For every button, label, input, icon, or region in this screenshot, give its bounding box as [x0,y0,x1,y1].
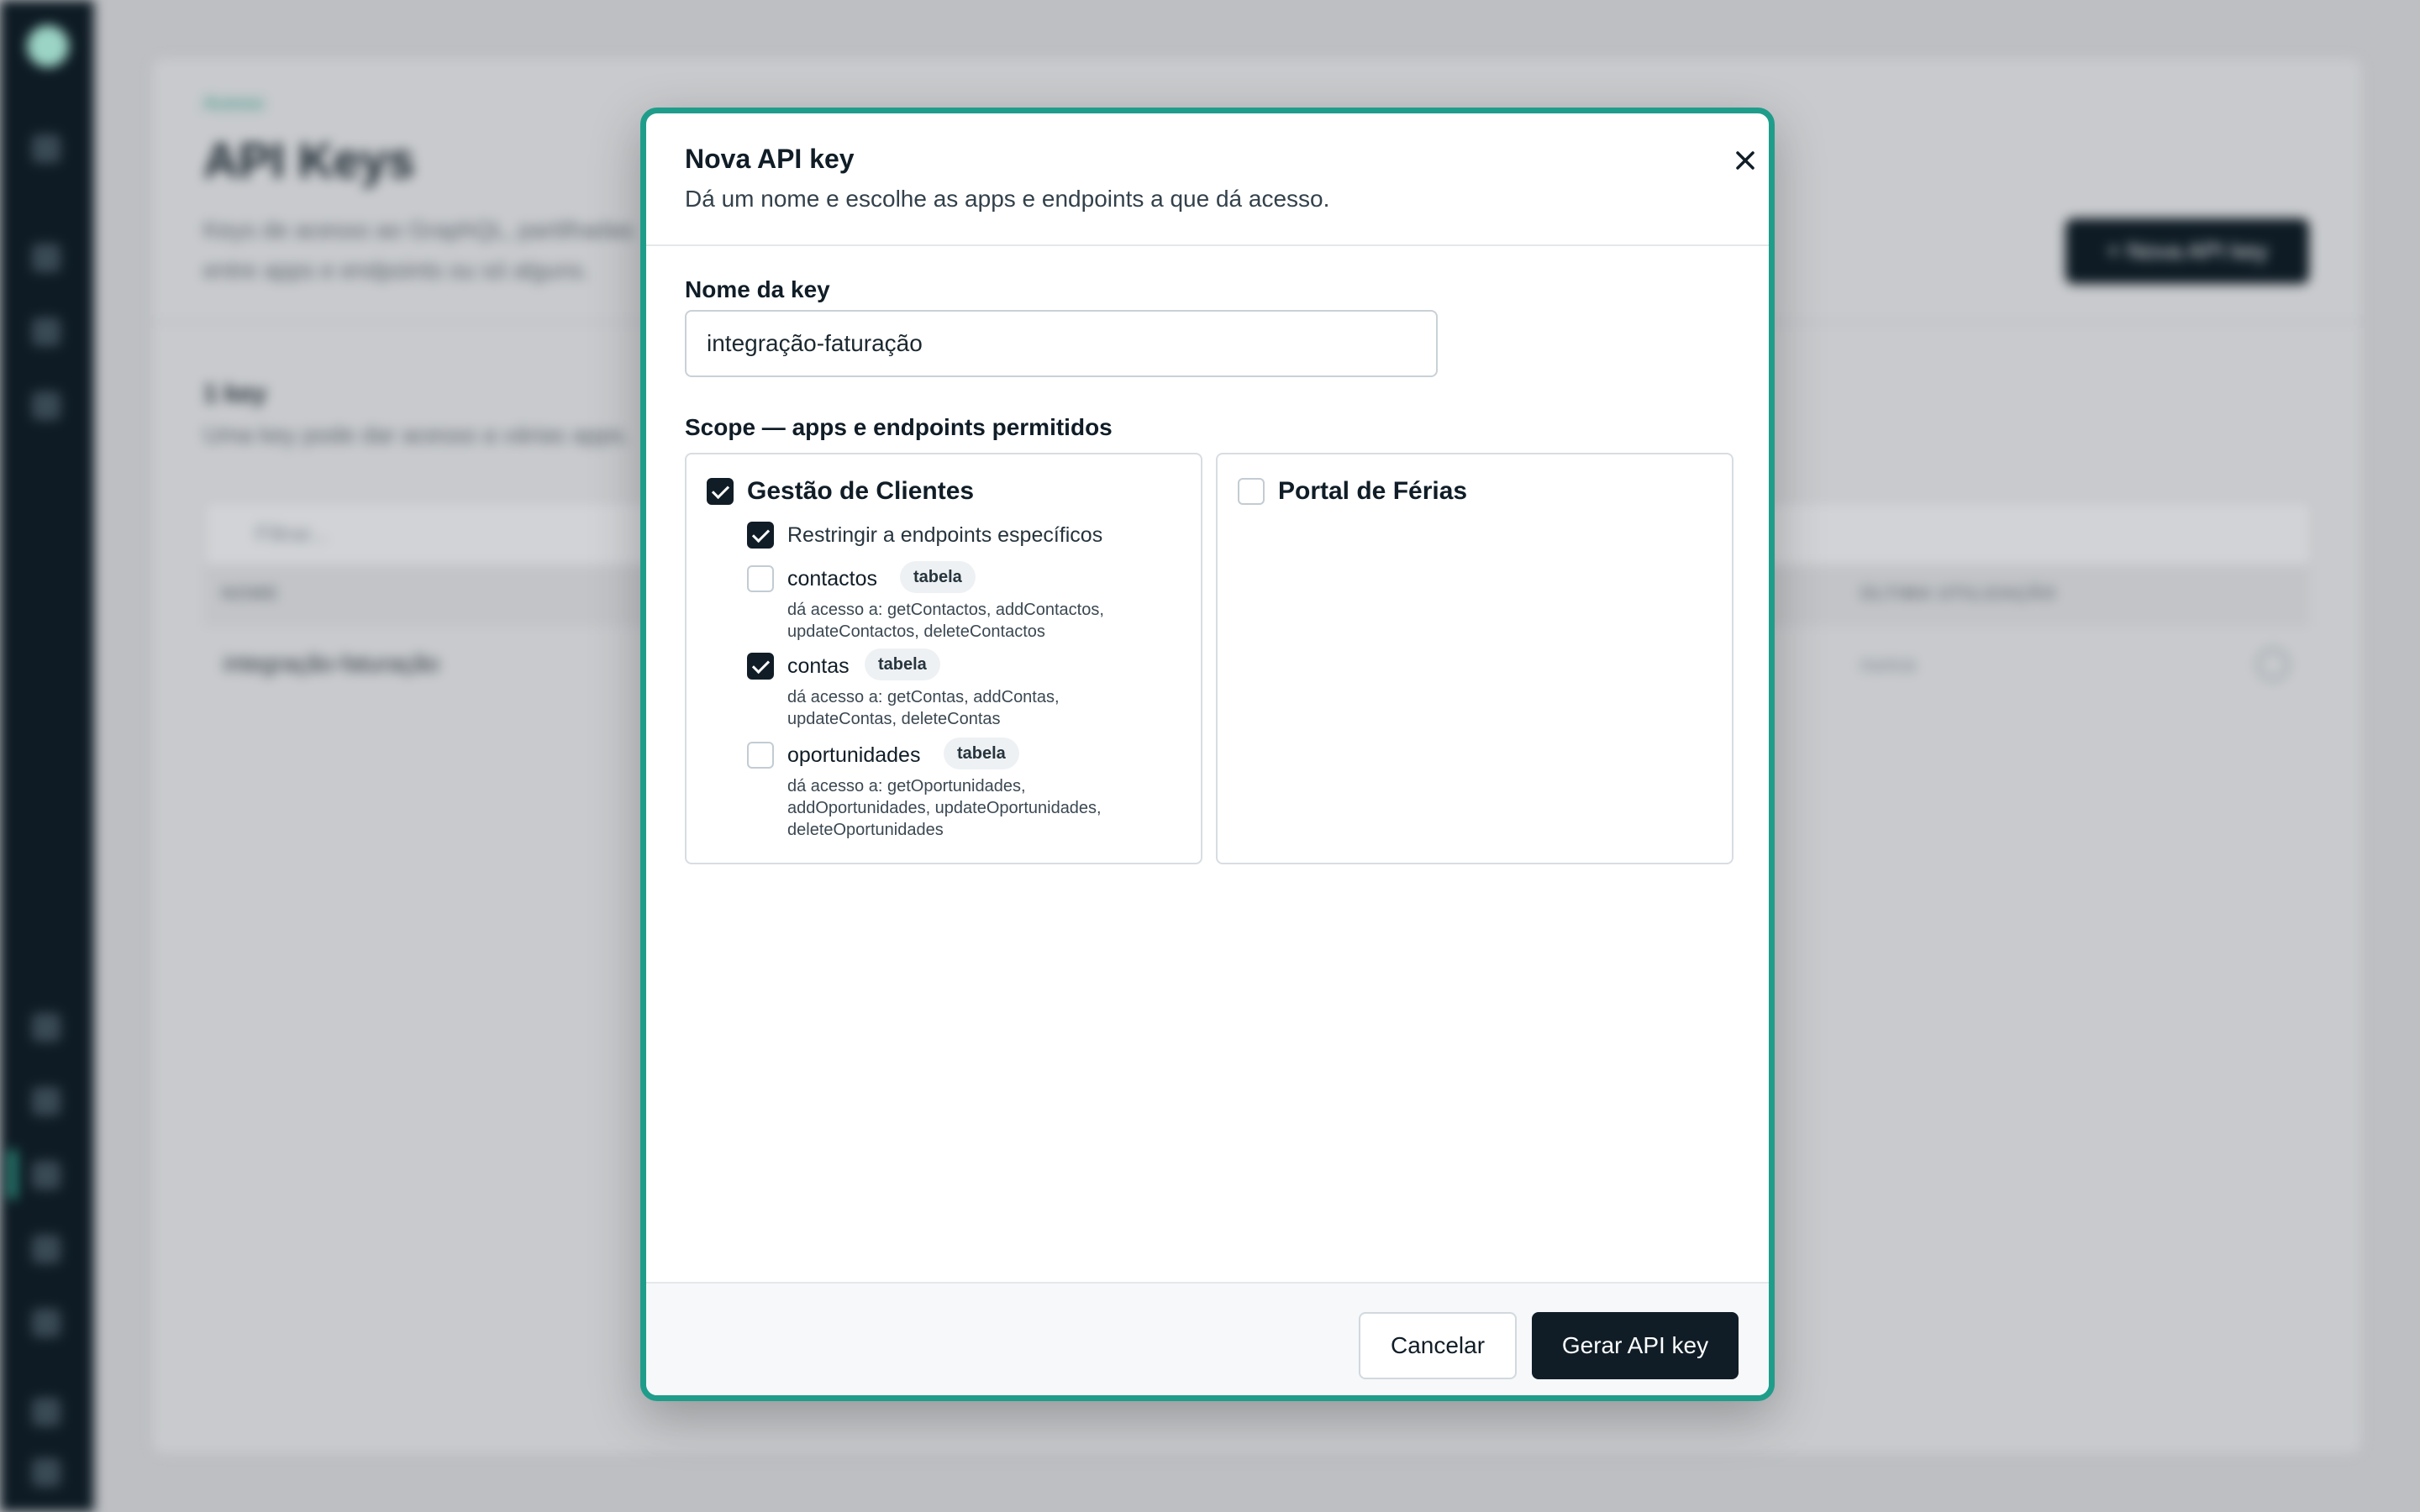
logout-icon [32,1458,60,1487]
endpoint-badge: tabela [900,561,976,593]
cancel-button[interactable]: Cancelar [1359,1312,1517,1379]
avatar-icon [32,1398,60,1426]
new-api-key-button: + Nova API key [2065,218,2309,284]
chart-icon [32,1013,60,1042]
endpoint-description: dá acesso a: getContas, addContas, updat… [787,688,1060,728]
app-panel-portal-ferias: Portal de Férias [1216,453,1733,864]
column-last-used: ÚLTIMA UTILIZAÇÃO [1860,585,2057,603]
endpoint-name: contactos [787,567,878,591]
column-name: NOME [222,585,279,603]
plus-icon [32,391,60,420]
page-subtitle: Keys de acesso ao GraphQL, partilhadas e… [203,217,634,283]
close-icon[interactable] [1727,142,1764,179]
restrict-endpoints-checkbox[interactable] [747,522,774,549]
rocket-icon [32,318,60,346]
logo-icon [27,25,69,67]
new-api-key-modal: Nova API key Dá um nome e escolhe as app… [640,108,1775,1401]
endpoint-badge: tabela [865,648,940,680]
page-title: API Keys [203,134,415,188]
key-count: 1 key [203,380,267,407]
endpoint-checkbox-contas[interactable] [747,653,774,680]
grid-icon [32,134,60,163]
shield-icon [32,1235,60,1263]
endpoint-name: contas [787,654,850,678]
section-description: Uma key pode dar acesso a várias apps. [203,422,630,448]
sidebar-active-indicator [8,1149,17,1200]
settings-icon [32,1309,60,1337]
endpoint-name: oportunidades [787,743,921,767]
app-name: Gestão de Clientes [747,477,975,505]
modal-title: Nova API key [685,144,855,174]
modal-description: Dá um nome e escolhe as apps e endpoints… [685,186,1330,212]
app-checkbox-portal-ferias[interactable] [1238,478,1265,505]
endpoint-checkbox-oportunidades[interactable] [747,742,774,769]
restrict-endpoints-label: Restringir a endpoints específicos [787,523,1103,547]
scope-label: Scope — apps e endpoints permitidos [685,414,1113,440]
generate-api-key-button[interactable]: Gerar API key [1532,1312,1739,1379]
key-name-label: Nome da key [685,276,830,302]
modal-footer: Cancelar Gerar API key [646,1282,1769,1395]
row-last-used: nunca [1860,654,1916,676]
endpoint-description: dá acesso a: getContactos, addContactos,… [787,601,1104,641]
breadcrumb: Acesso [203,92,265,113]
team-icon [32,1087,60,1116]
users-icon [32,244,60,272]
key-name-input[interactable] [685,310,1438,377]
row-name: integração-faturação [224,650,439,676]
app-checkbox-gestao-clientes[interactable] [707,478,734,505]
key-icon [32,1161,60,1189]
filter-placeholder: Filtrar... [255,521,329,546]
app-panel-gestao-clientes: Gestão de Clientes Restringir a endpoint… [685,453,1202,864]
endpoint-checkbox-contactos[interactable] [747,565,774,592]
sidebar [0,0,94,1512]
endpoint-description: dá acesso a: getOportunidades, addOportu… [787,777,1102,839]
endpoint-badge: tabela [944,738,1019,769]
modal-header: Nova API key Dá um nome e escolhe as app… [646,113,1769,246]
app-name: Portal de Férias [1278,477,1468,505]
row-action-icon [2257,648,2289,680]
